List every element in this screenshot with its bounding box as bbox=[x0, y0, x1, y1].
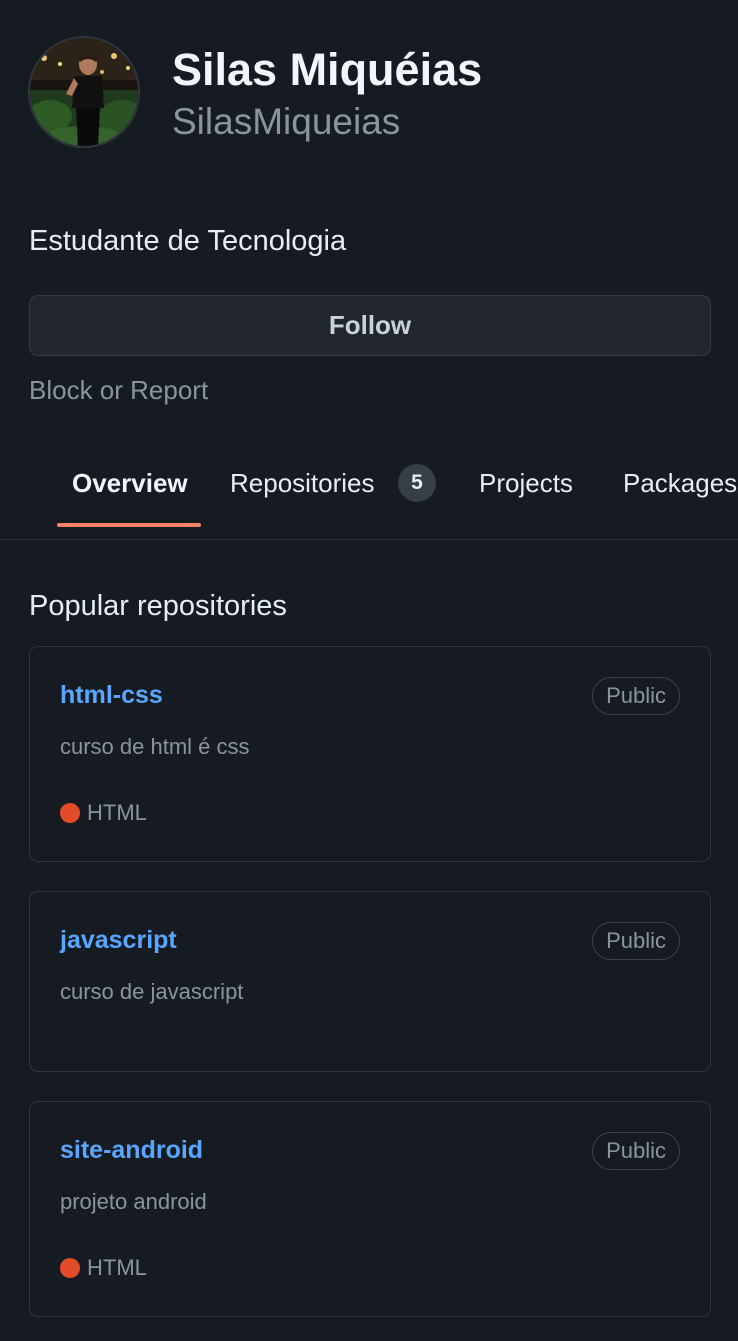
repo-card-javascript: javascript Public curso de javascript bbox=[29, 891, 711, 1072]
repo-description: curso de html é css bbox=[60, 734, 250, 759]
language-color-dot bbox=[60, 803, 80, 823]
follow-button[interactable]: Follow bbox=[29, 295, 711, 356]
avatar-photo bbox=[30, 38, 138, 146]
profile-header: Silas Miquéias SilasMiqueias bbox=[28, 36, 718, 150]
repo-link[interactable]: html-css bbox=[60, 678, 163, 712]
tab-repositories[interactable]: Repositories bbox=[230, 464, 375, 502]
repo-card-html-css: html-css Public curso de html é css HTML bbox=[29, 646, 711, 862]
repo-description: projeto android bbox=[60, 1189, 207, 1214]
repo-link[interactable]: javascript bbox=[60, 923, 177, 957]
username: SilasMiqueias bbox=[172, 101, 401, 142]
tab-projects[interactable]: Projects bbox=[479, 464, 573, 502]
repositories-count-badge: 5 bbox=[398, 464, 436, 502]
visibility-badge: Public bbox=[592, 922, 680, 960]
repo-description: curso de javascript bbox=[60, 979, 244, 1004]
popular-repositories-heading: Popular repositories bbox=[29, 590, 287, 622]
block-or-report-link[interactable]: Block or Report bbox=[29, 374, 208, 406]
profile-bio: Estudante de Tecnologia bbox=[29, 225, 347, 257]
visibility-badge: Public bbox=[592, 1132, 680, 1170]
active-tab-indicator bbox=[57, 523, 201, 527]
language-name: HTML bbox=[87, 800, 147, 825]
display-name: Silas Miquéias bbox=[172, 44, 483, 95]
visibility-badge: Public bbox=[592, 677, 680, 715]
repo-card-site-android: site-android Public projeto android HTML bbox=[29, 1101, 711, 1317]
profile-tabs: Overview Repositories 5 Projects Package… bbox=[0, 440, 738, 540]
tab-packages[interactable]: Packages bbox=[623, 464, 737, 502]
repo-link[interactable]: site-android bbox=[60, 1133, 203, 1167]
language-color-dot bbox=[60, 1258, 80, 1278]
language-name: HTML bbox=[87, 1255, 147, 1280]
tab-overview[interactable]: Overview bbox=[72, 464, 188, 502]
avatar[interactable] bbox=[28, 36, 140, 148]
